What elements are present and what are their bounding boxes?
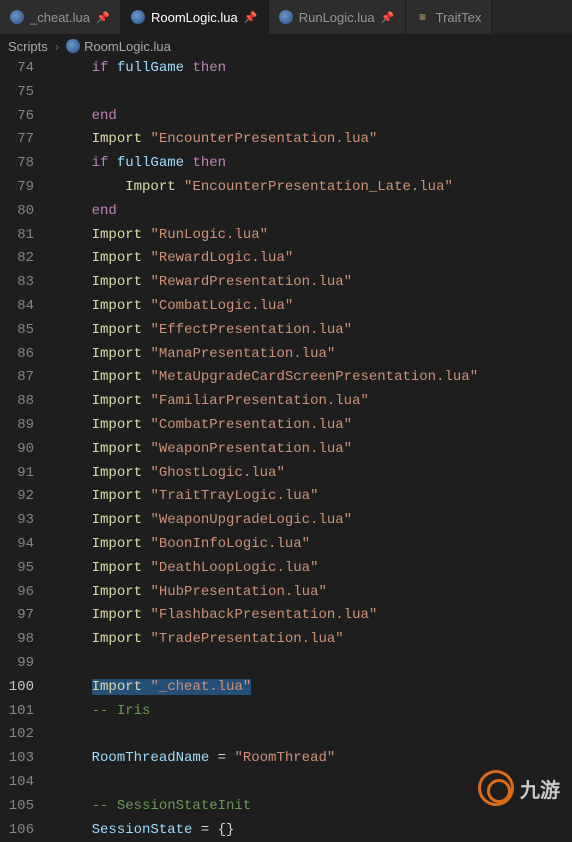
tab-TraitTex[interactable]: ≡ TraitTex: [406, 0, 493, 34]
tab-label: RoomLogic.lua: [151, 10, 238, 25]
line-number: 97: [0, 604, 34, 628]
tab-label: TraitTex: [436, 10, 482, 25]
line-number: 82: [0, 247, 34, 271]
tab-RoomLogic-lua[interactable]: RoomLogic.lua 📌: [121, 0, 269, 34]
line-number: 95: [0, 557, 34, 581]
line-number: 75: [0, 81, 34, 105]
code-line[interactable]: Import "FamiliarPresentation.lua": [58, 390, 572, 414]
code-line[interactable]: [58, 81, 572, 105]
line-number: 91: [0, 462, 34, 486]
code-line[interactable]: end: [58, 105, 572, 129]
code-line[interactable]: [58, 652, 572, 676]
tab-label: _cheat.lua: [30, 10, 90, 25]
breadcrumb-separator: ›: [55, 39, 59, 54]
line-number: 90: [0, 438, 34, 462]
code-line[interactable]: Import "MetaUpgradeCardScreenPresentatio…: [58, 366, 572, 390]
line-number: 80: [0, 200, 34, 224]
line-number: 104: [0, 771, 34, 795]
line-number: 98: [0, 628, 34, 652]
line-number: 89: [0, 414, 34, 438]
tab-RunLogic-lua[interactable]: RunLogic.lua 📌: [269, 0, 406, 34]
pin-icon[interactable]: 📌: [96, 10, 110, 24]
code-editor[interactable]: 7475767778798081828384858687888990919293…: [0, 57, 572, 818]
code-line[interactable]: Import "WeaponPresentation.lua": [58, 438, 572, 462]
code-content[interactable]: if fullGame then end Import "EncounterPr…: [50, 57, 572, 818]
line-number: 101: [0, 700, 34, 724]
code-line[interactable]: Import "DeathLoopLogic.lua": [58, 557, 572, 581]
code-line[interactable]: if fullGame then: [58, 57, 572, 81]
lua-icon: [131, 10, 145, 24]
line-number: 81: [0, 224, 34, 248]
code-line[interactable]: Import "TraitTrayLogic.lua": [58, 485, 572, 509]
code-line[interactable]: Import "EncounterPresentation_Late.lua": [58, 176, 572, 200]
line-number: 74: [0, 57, 34, 81]
line-number: 103: [0, 747, 34, 771]
code-line[interactable]: Import "GhostLogic.lua": [58, 462, 572, 486]
line-number: 83: [0, 271, 34, 295]
code-line[interactable]: Import "FlashbackPresentation.lua": [58, 604, 572, 628]
line-number: 96: [0, 581, 34, 605]
line-number: 105: [0, 795, 34, 819]
code-line[interactable]: RoomThreadName = "RoomThread": [58, 747, 572, 771]
tab-_cheat-lua[interactable]: _cheat.lua 📌: [0, 0, 121, 34]
lua-icon: [10, 10, 24, 24]
code-line[interactable]: Import "BoonInfoLogic.lua": [58, 533, 572, 557]
code-line[interactable]: Import "TradePresentation.lua": [58, 628, 572, 652]
breadcrumb-file[interactable]: RoomLogic.lua: [84, 39, 171, 54]
pin-icon[interactable]: 📌: [244, 10, 258, 24]
pin-icon[interactable]: 📌: [381, 10, 395, 24]
code-line[interactable]: Import "CombatPresentation.lua": [58, 414, 572, 438]
code-line[interactable]: [58, 723, 572, 747]
breadcrumb-folder[interactable]: Scripts: [8, 39, 48, 54]
code-line[interactable]: Import "EncounterPresentation.lua": [58, 128, 572, 152]
code-line[interactable]: Import "EffectPresentation.lua": [58, 319, 572, 343]
tab-bar: _cheat.lua 📌 RoomLogic.lua 📌 RunLogic.lua 📌 ≡ T…: [0, 0, 572, 35]
line-number: 84: [0, 295, 34, 319]
line-number-gutter: 7475767778798081828384858687888990919293…: [0, 57, 50, 818]
code-line[interactable]: SessionState = {}: [58, 819, 572, 842]
code-line[interactable]: -- SessionStateInit: [58, 795, 572, 819]
line-number: 92: [0, 485, 34, 509]
line-number: 99: [0, 652, 34, 676]
line-number: 93: [0, 509, 34, 533]
file-icon: ≡: [416, 10, 430, 24]
code-line[interactable]: Import "WeaponUpgradeLogic.lua": [58, 509, 572, 533]
code-line[interactable]: Import "CombatLogic.lua": [58, 295, 572, 319]
line-number: 86: [0, 343, 34, 367]
line-number: 102: [0, 723, 34, 747]
code-line[interactable]: -- Iris: [58, 700, 572, 724]
code-line[interactable]: end: [58, 200, 572, 224]
tab-label: RunLogic.lua: [299, 10, 375, 25]
lua-icon: [279, 10, 293, 24]
code-line[interactable]: [58, 771, 572, 795]
line-number: 76: [0, 105, 34, 129]
line-number: 77: [0, 128, 34, 152]
code-line[interactable]: Import "ManaPresentation.lua": [58, 343, 572, 367]
code-line[interactable]: Import "RunLogic.lua": [58, 224, 572, 248]
line-number: 78: [0, 152, 34, 176]
code-line[interactable]: Import "_cheat.lua": [58, 676, 572, 700]
lua-icon: [66, 39, 80, 53]
line-number: 87: [0, 366, 34, 390]
line-number: 85: [0, 319, 34, 343]
line-number: 100: [0, 676, 34, 700]
code-line[interactable]: if fullGame then: [58, 152, 572, 176]
line-number: 79: [0, 176, 34, 200]
breadcrumb[interactable]: Scripts › RoomLogic.lua: [0, 35, 572, 57]
code-line[interactable]: Import "HubPresentation.lua": [58, 581, 572, 605]
code-line[interactable]: Import "RewardLogic.lua": [58, 247, 572, 271]
line-number: 88: [0, 390, 34, 414]
line-number: 106: [0, 819, 34, 842]
code-line[interactable]: Import "RewardPresentation.lua": [58, 271, 572, 295]
line-number: 94: [0, 533, 34, 557]
